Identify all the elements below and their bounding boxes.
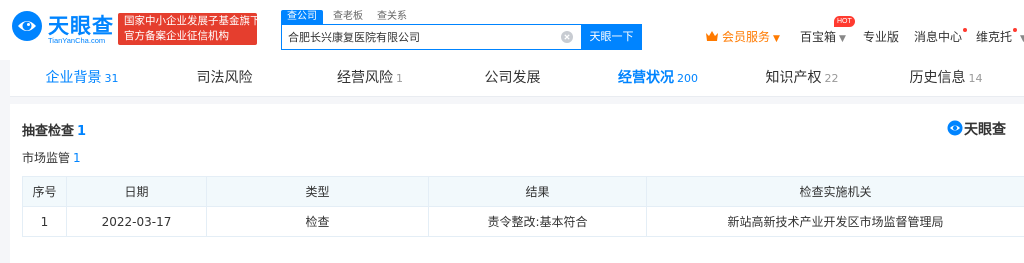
inspection-section: 抽查检查 1 天眼查 市场监管 1 序号 日期 类型 结果 检查实施机关 1 2…	[10, 104, 1024, 263]
tab-count: 22	[824, 72, 839, 85]
user-name: 维克托	[976, 30, 1013, 44]
tab-label: 司法风险	[196, 70, 253, 86]
tab-intellectual-property[interactable]: 知识产权 22	[730, 60, 874, 97]
tab-history[interactable]: 历史信息 14	[874, 60, 1018, 97]
tab-label: 经营风险	[337, 70, 393, 86]
gov-badge-line1: 国家中小企业发展子基金旗下	[124, 15, 261, 27]
tab-count: 14	[968, 72, 983, 85]
column-header: 检查实施机关	[646, 176, 1024, 207]
search-button[interactable]: 天眼一下	[581, 24, 642, 50]
logo-mark-icon	[12, 11, 42, 41]
tab-label: 历史信息	[909, 70, 966, 86]
search-box: 天眼一下	[281, 24, 642, 50]
table-cell: 检查	[206, 206, 429, 237]
tab-business-background[interactable]: 企业背景 31	[10, 60, 154, 97]
sub-count: 1	[73, 151, 81, 165]
column-header: 结果	[428, 176, 647, 207]
section-count: 1	[77, 124, 87, 139]
table-row: 1 2022-03-17 检查 责令整改:基本符合 新站高新技术产业开发区市场监…	[22, 206, 1024, 237]
table-header-row: 序号 日期 类型 结果 检查实施机关	[22, 176, 1024, 207]
tab-label: 经营状况	[618, 70, 674, 86]
clear-icon[interactable]	[561, 31, 573, 43]
tab-count: 31	[104, 72, 119, 85]
baibaoxiang-menu[interactable]: 百宝箱 ▼	[800, 28, 846, 46]
vip-service-menu[interactable]: 会员服务 ▼	[705, 28, 780, 46]
sub-section-title: 市场监管 1	[22, 149, 81, 166]
tab-label: 企业背景	[45, 70, 102, 86]
tab-legal-risk[interactable]: 司法风险	[154, 60, 298, 97]
vip-label: 会员服务	[722, 30, 771, 44]
search-input[interactable]	[282, 25, 582, 49]
notification-dot	[1013, 28, 1018, 32]
chevron-down-icon: ▼	[1020, 34, 1024, 44]
column-header: 日期	[66, 176, 207, 207]
table-cell: 责令整改:基本符合	[428, 206, 647, 237]
notification-dot	[963, 28, 968, 32]
logo-domain: TianYanCha.com	[48, 36, 106, 45]
table-cell: 新站高新技术产业开发区市场监督管理局	[646, 206, 1024, 237]
baibaoxiang-label: 百宝箱	[800, 30, 837, 44]
tianyancha-logo[interactable]: 天眼查 TianYanCha.com	[10, 9, 114, 47]
tab-operating-status[interactable]: 经营状况 200	[586, 60, 730, 97]
tianyancha-watermark: 天眼查	[947, 118, 1024, 140]
inspection-table: 序号 日期 类型 结果 检查实施机关 1 2022-03-17 检查 责令整改:…	[22, 176, 1024, 237]
chevron-down-icon: ▼	[839, 34, 846, 44]
tab-label: 公司发展	[484, 70, 541, 86]
crown-icon	[706, 31, 718, 41]
hot-badge: HOT	[834, 16, 855, 27]
search-tab-boss[interactable]: 查老板	[333, 10, 363, 24]
tab-label: 知识产权	[765, 70, 822, 86]
section-title-text: 抽查检查	[22, 124, 75, 139]
user-menu[interactable]: 维克托 ▼	[976, 28, 1024, 46]
sub-title-text: 市场监管	[22, 151, 71, 165]
column-header: 序号	[22, 176, 67, 207]
tab-operating-risk[interactable]: 经营风险 1	[298, 60, 442, 97]
chevron-down-icon: ▼	[773, 34, 780, 44]
tab-company-development[interactable]: 公司发展	[442, 60, 586, 97]
message-center-link[interactable]: 消息中心	[914, 28, 968, 46]
gov-badge-line2: 官方备案企业征信机构	[124, 30, 229, 42]
watermark-text: 天眼查	[964, 122, 1006, 138]
search-tab-relation[interactable]: 查关系	[377, 10, 407, 24]
column-header: 类型	[206, 176, 429, 207]
section-title: 抽查检查 1	[22, 120, 86, 139]
logo-mark-icon	[947, 120, 963, 136]
company-tabs: 企业背景 31 司法风险 经营风险 1 公司发展 经营状况 200 知识产权 22 历史…	[10, 60, 1024, 97]
search-tab-company[interactable]: 查公司	[281, 10, 323, 24]
tab-count: 200	[677, 72, 698, 85]
tab-count: 1	[396, 72, 403, 85]
pro-version-link[interactable]: 专业版	[863, 28, 899, 46]
table-cell: 1	[22, 206, 67, 237]
message-center-label: 消息中心	[914, 30, 963, 44]
top-header: 天眼查 TianYanCha.com 国家中小企业发展子基金旗下 官方备案企业征…	[0, 0, 1024, 60]
table-cell: 2022-03-17	[66, 206, 207, 237]
gov-badge: 国家中小企业发展子基金旗下 官方备案企业征信机构	[118, 13, 261, 45]
